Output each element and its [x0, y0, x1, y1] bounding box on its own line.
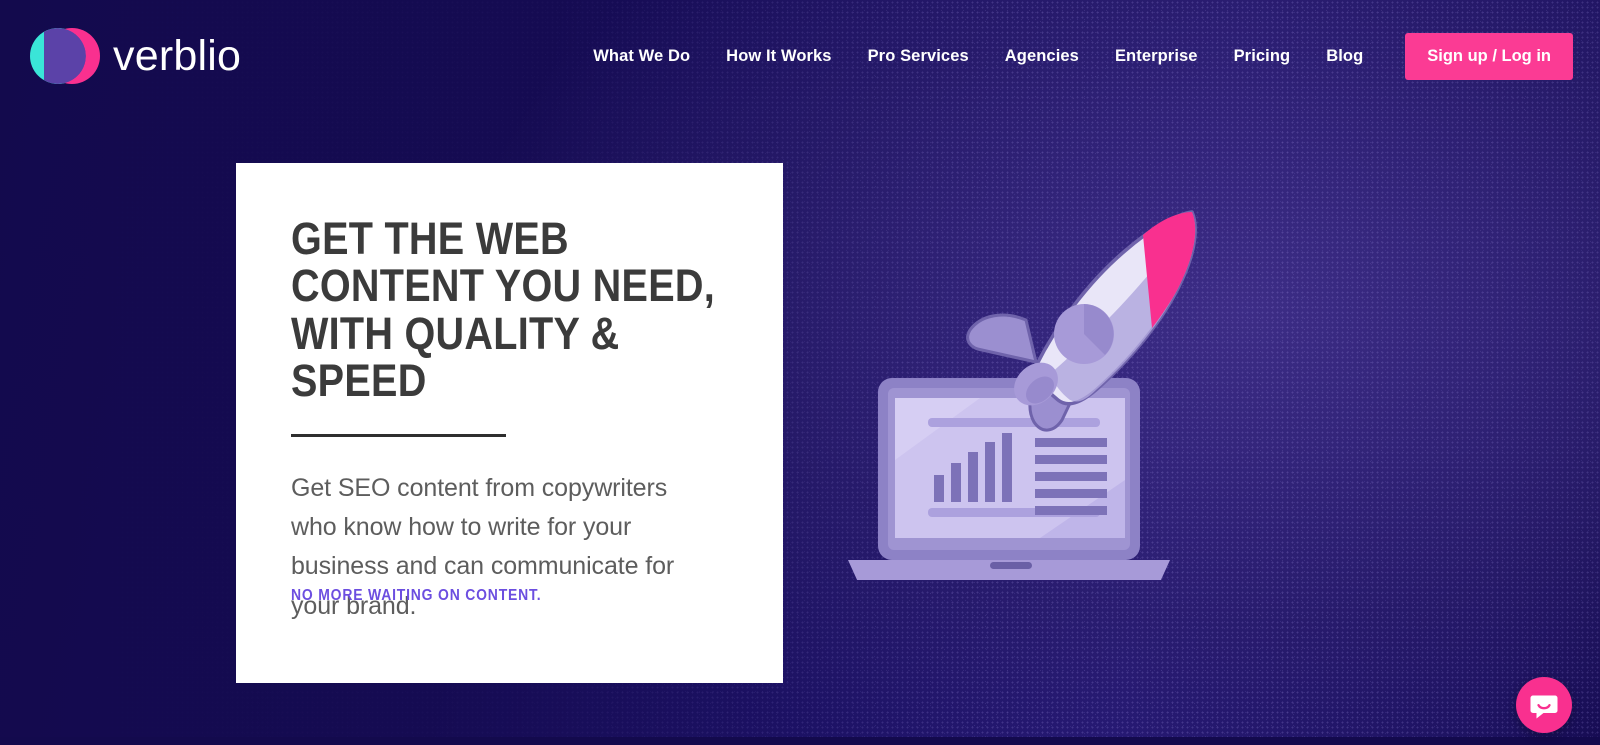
text-line: [1035, 438, 1107, 447]
screen-top-bar: [928, 418, 1100, 427]
main-navigation: What We Do How It Works Pro Services Age…: [575, 32, 1600, 80]
text-line: [1035, 455, 1107, 464]
hero-content-card: GET THE WEB CONTENT YOU NEED, WITH QUALI…: [236, 163, 783, 683]
text-line: [1035, 489, 1107, 498]
verblio-landing-page: verblio What We Do How It Works Pro Serv…: [0, 0, 1600, 745]
page-footer-strip: [0, 737, 1600, 745]
chart-bar: [1002, 433, 1012, 502]
laptop: [848, 378, 1170, 580]
nav-what-we-do[interactable]: What We Do: [575, 47, 708, 66]
verblio-circles-logo-icon: [30, 27, 100, 85]
laptop-trackpad-notch: [990, 562, 1032, 569]
rocket-laptop-illustration: [830, 150, 1260, 580]
chart-bar: [934, 475, 944, 502]
page-title: GET THE WEB CONTENT YOU NEED, WITH QUALI…: [291, 213, 716, 407]
chart-bar: [985, 442, 995, 502]
text-line: [1035, 506, 1107, 515]
title-divider: [291, 433, 506, 437]
signup-login-button[interactable]: Sign up / Log in: [1405, 32, 1573, 80]
hero-tagline: NO MORE WAITING ON CONTENT.: [291, 587, 542, 604]
chat-bubble-smile-icon: [1530, 695, 1558, 719]
intercom-chat-launcher[interactable]: [1516, 677, 1572, 733]
rocket-fin-left: [966, 313, 1038, 364]
nav-pricing[interactable]: Pricing: [1216, 47, 1309, 66]
nav-how-it-works[interactable]: How It Works: [708, 47, 849, 66]
chart-bar: [968, 452, 978, 502]
nav-agencies[interactable]: Agencies: [987, 47, 1097, 66]
chart-bar: [951, 463, 961, 502]
site-header: verblio What We Do How It Works Pro Serv…: [0, 0, 1600, 112]
brand-name: verblio: [113, 31, 242, 80]
nav-enterprise[interactable]: Enterprise: [1097, 47, 1216, 66]
text-line: [1035, 472, 1107, 481]
brand-logo-link[interactable]: verblio: [30, 27, 241, 85]
nav-blog[interactable]: Blog: [1308, 47, 1381, 66]
nav-pro-services[interactable]: Pro Services: [850, 47, 987, 66]
